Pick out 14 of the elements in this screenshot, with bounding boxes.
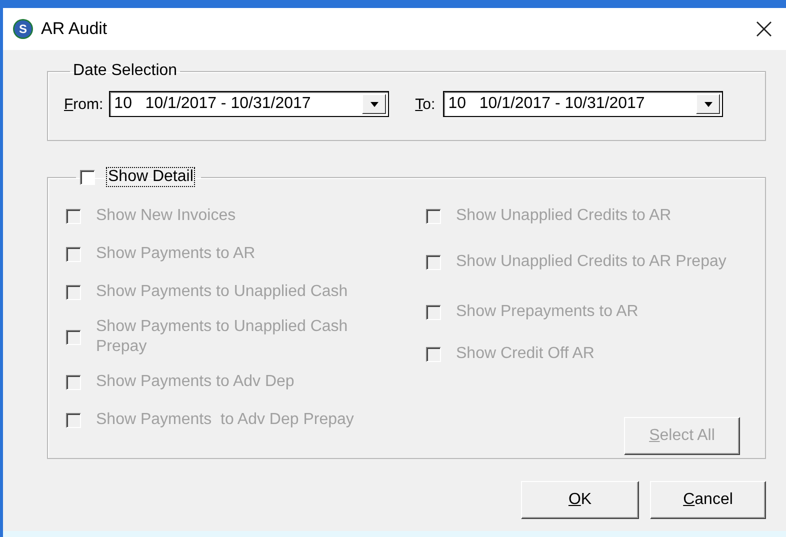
to-label: To: — [415, 96, 436, 112]
show-detail-label[interactable]: Show Detail — [106, 167, 196, 187]
to-dropdown[interactable]: 10 10/1/2017 - 10/31/2017 — [443, 91, 724, 117]
group-title: Date Selection — [72, 62, 178, 80]
window-title: AR Audit — [41, 19, 108, 39]
close-icon[interactable] — [756, 21, 772, 37]
dropdown-arrow-icon — [370, 102, 379, 106]
dropdown-arrow-icon — [704, 102, 713, 106]
cancel-button[interactable]: Cancel — [650, 481, 766, 519]
ok-button[interactable]: OK — [521, 481, 639, 519]
from-dropdown[interactable]: 10 10/1/2017 - 10/31/2017 — [109, 91, 390, 117]
show-detail-checkbox[interactable] — [80, 170, 95, 184]
app-logo: S — [13, 19, 33, 39]
from-label: From: — [64, 96, 104, 112]
